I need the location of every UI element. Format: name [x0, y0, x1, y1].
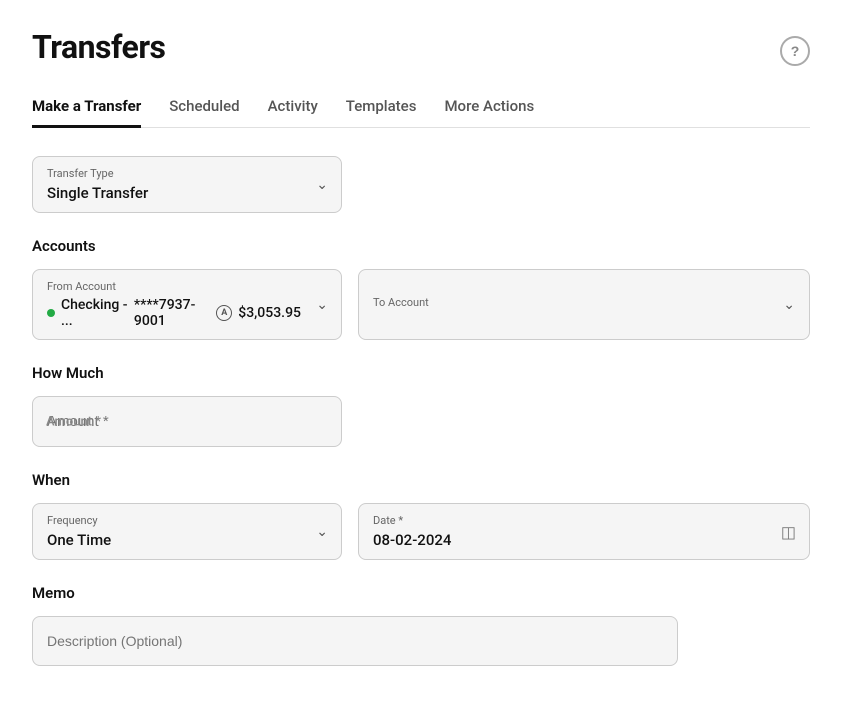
- from-account-number: ****7937-9001: [134, 297, 210, 329]
- when-section: When Frequency One Time ⌄ Date * 08-02-2…: [32, 471, 810, 560]
- account-status-dot: [47, 309, 55, 317]
- accounts-section: Accounts From Account Checking - ... ***…: [32, 237, 810, 340]
- transfer-type-label: Transfer Type: [47, 167, 301, 180]
- from-account-name: Checking - ...: [61, 297, 128, 329]
- date-label: Date *: [373, 514, 769, 527]
- tab-scheduled[interactable]: Scheduled: [169, 87, 239, 128]
- tab-templates[interactable]: Templates: [346, 87, 417, 128]
- transfer-type-wrapper: Transfer Type Single Transfer ⌄: [32, 156, 342, 213]
- calendar-icon: ◫: [781, 522, 796, 541]
- memo-label: Memo: [32, 584, 810, 602]
- page-header: Transfers ?: [32, 28, 810, 66]
- to-account-select[interactable]: To Account ⌄: [358, 269, 810, 340]
- frequency-label: Frequency: [47, 514, 301, 527]
- how-much-section: How Much Amount *: [32, 364, 810, 447]
- amount-input[interactable]: [32, 396, 342, 447]
- amount-input-wrapper: Amount *: [32, 396, 342, 447]
- memo-input-wrapper: [32, 616, 810, 666]
- frequency-value: One Time: [47, 531, 301, 549]
- from-account-select[interactable]: From Account Checking - ... ****7937-900…: [32, 269, 342, 340]
- help-button[interactable]: ?: [780, 36, 810, 66]
- frequency-wrapper: Frequency One Time ⌄: [32, 503, 342, 560]
- transfer-type-section: Transfer Type Single Transfer ⌄: [32, 156, 810, 213]
- tab-activity[interactable]: Activity: [268, 87, 318, 128]
- help-icon: ?: [791, 43, 800, 59]
- from-account-label: From Account: [47, 280, 301, 293]
- to-account-chevron-icon: ⌄: [783, 297, 795, 313]
- date-wrapper: Date * 08-02-2024 ◫: [358, 503, 810, 560]
- frequency-chevron-icon: ⌄: [316, 524, 328, 540]
- transfer-type-value: Single Transfer: [47, 184, 301, 202]
- account-type-badge: A: [216, 305, 232, 321]
- how-much-label: How Much: [32, 364, 810, 382]
- when-row: Frequency One Time ⌄ Date * 08-02-2024 ◫: [32, 503, 810, 560]
- when-label: When: [32, 471, 810, 489]
- page-container: Transfers ? Make a Transfer Scheduled Ac…: [0, 0, 842, 722]
- from-account-wrapper: From Account Checking - ... ****7937-900…: [32, 269, 342, 340]
- frequency-select[interactable]: Frequency One Time: [32, 503, 342, 560]
- accounts-section-label: Accounts: [32, 237, 810, 255]
- to-account-label: To Account: [373, 296, 795, 309]
- date-select[interactable]: Date * 08-02-2024: [358, 503, 810, 560]
- memo-section: Memo: [32, 584, 810, 666]
- transfer-type-select[interactable]: Transfer Type Single Transfer: [32, 156, 342, 213]
- memo-input[interactable]: [32, 616, 678, 666]
- from-account-value: Checking - ... ****7937-9001 A $3,053.95: [47, 297, 301, 329]
- tab-more-actions[interactable]: More Actions: [444, 87, 534, 128]
- tabs-nav: Make a Transfer Scheduled Activity Templ…: [32, 86, 810, 128]
- from-account-balance: $3,053.95: [238, 305, 301, 321]
- date-value: 08-02-2024: [373, 531, 769, 549]
- accounts-row: From Account Checking - ... ****7937-900…: [32, 269, 810, 340]
- page-title: Transfers: [32, 28, 165, 66]
- tab-make-a-transfer[interactable]: Make a Transfer: [32, 87, 141, 128]
